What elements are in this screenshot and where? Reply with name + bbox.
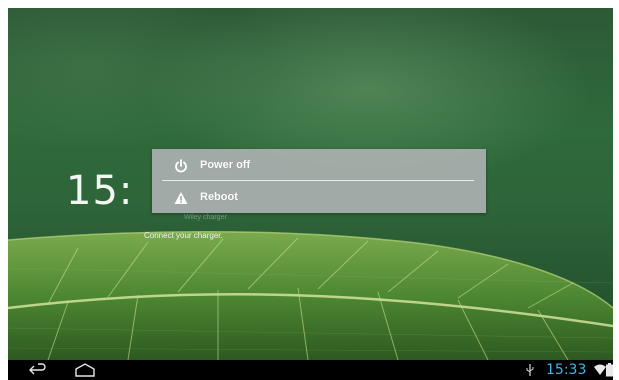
wifi-icon bbox=[594, 364, 606, 375]
warning-icon bbox=[174, 192, 188, 204]
charger-message: Connect your charger. bbox=[144, 231, 223, 240]
dialog-divider bbox=[162, 180, 474, 181]
power-icon bbox=[175, 159, 187, 173]
reboot-option[interactable]: Reboot bbox=[152, 183, 486, 213]
power-off-label: Power off bbox=[200, 159, 251, 171]
reboot-label: Reboot bbox=[200, 191, 238, 203]
lockscreen-clock: 15: bbox=[66, 168, 134, 214]
back-icon[interactable] bbox=[28, 363, 48, 377]
power-off-option[interactable]: Power off bbox=[152, 151, 486, 181]
charger-ghost-text: Wiley charger bbox=[184, 214, 227, 221]
home-icon[interactable] bbox=[74, 363, 96, 377]
power-options-dialog: Power off Reboot bbox=[152, 149, 486, 213]
status-clock: 15:33 bbox=[546, 362, 587, 378]
battery-icon bbox=[606, 363, 613, 377]
system-navigation-bar: 15:33 bbox=[8, 360, 613, 380]
usb-icon bbox=[526, 364, 534, 376]
